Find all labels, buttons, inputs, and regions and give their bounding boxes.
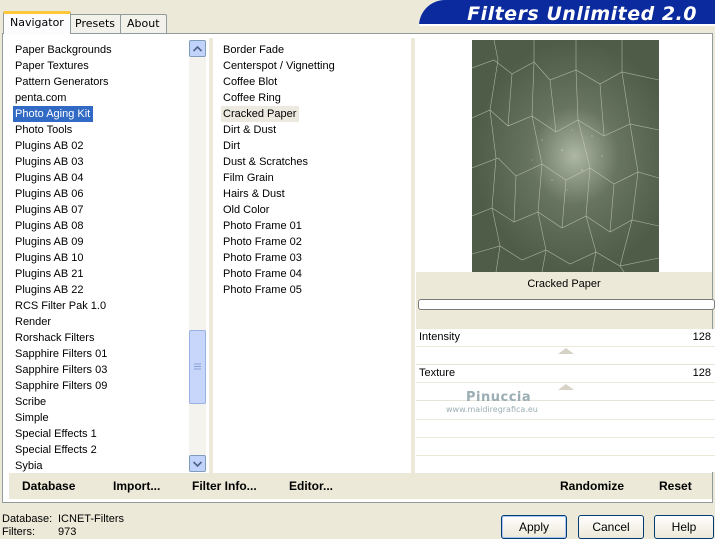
category-item[interactable]: Plugins AB 08 bbox=[13, 218, 191, 234]
intensity-slider[interactable] bbox=[416, 347, 715, 365]
navigator-panel: Paper Backgrounds Paper Textures Pattern G… bbox=[2, 33, 715, 503]
category-item[interactable]: Plugins AB 22 bbox=[13, 282, 191, 298]
tab-navigator[interactable]: Navigator bbox=[3, 11, 71, 34]
filter-item[interactable]: Dirt bbox=[221, 138, 338, 154]
watermark-url: www.maidiregrafica.eu bbox=[446, 405, 538, 414]
filter-item[interactable]: Dirt & Dust bbox=[221, 122, 338, 138]
randomize-button[interactable]: Randomize bbox=[560, 479, 624, 493]
category-item[interactable]: Sapphire Filters 01 bbox=[13, 346, 191, 362]
category-item[interactable]: Plugins AB 10 bbox=[13, 250, 191, 266]
tab-bar: Navigator Presets About bbox=[0, 0, 430, 34]
filter-item[interactable]: Photo Frame 04 bbox=[221, 266, 338, 282]
filter-item[interactable]: Film Grain bbox=[221, 170, 338, 186]
filter-info-button[interactable]: Filter Info... bbox=[192, 479, 257, 493]
database-label: Database: bbox=[2, 513, 53, 525]
category-item[interactable]: Plugins AB 04 bbox=[13, 170, 191, 186]
category-item[interactable]: Plugins AB 07 bbox=[13, 202, 191, 218]
filter-item[interactable]: Photo Frame 01 bbox=[221, 218, 338, 234]
tab-about[interactable]: About bbox=[120, 14, 167, 33]
category-scrollbar[interactable] bbox=[189, 40, 206, 472]
category-item[interactable]: Pattern Generators bbox=[13, 74, 191, 90]
category-item[interactable]: penta.com bbox=[13, 90, 191, 106]
pane-divider[interactable] bbox=[209, 38, 213, 474]
param-row-intensity: Intensity 128 bbox=[416, 329, 715, 347]
pane-divider[interactable] bbox=[411, 38, 415, 474]
category-item[interactable]: Plugins AB 03 bbox=[13, 154, 191, 170]
filter-item[interactable]: Coffee Blot bbox=[221, 74, 338, 90]
apply-button[interactable]: Apply bbox=[501, 515, 567, 539]
app-title: Filters Unlimited 2.0 bbox=[467, 3, 697, 25]
title-banner: Filters Unlimited 2.0 bbox=[419, 0, 715, 26]
param-divider bbox=[416, 419, 715, 420]
filter-item[interactable]: Hairs & Dust bbox=[221, 186, 338, 202]
filter-item[interactable]: Photo Frame 03 bbox=[221, 250, 338, 266]
category-item[interactable]: Special Effects 1 bbox=[13, 426, 191, 442]
editor-button[interactable]: Editor... bbox=[289, 479, 333, 493]
preview-caption: Cracked Paper bbox=[527, 278, 601, 290]
param-value: 128 bbox=[692, 331, 711, 343]
filter-item[interactable]: Dust & Scratches bbox=[221, 154, 338, 170]
category-item[interactable]: Scribe bbox=[13, 394, 191, 410]
arrow-up-icon[interactable] bbox=[189, 40, 206, 57]
database-button[interactable]: Database bbox=[22, 479, 75, 493]
category-item[interactable]: Rorshack Filters bbox=[13, 330, 191, 346]
filter-item[interactable]: Old Color bbox=[221, 202, 338, 218]
filter-item[interactable]: Centerspot / Vignetting bbox=[221, 58, 338, 74]
filters-count: 973 bbox=[58, 526, 77, 538]
filter-item[interactable]: Photo Frame 02 bbox=[221, 234, 338, 250]
category-item[interactable]: Photo Tools bbox=[13, 122, 191, 138]
scroll-thumb[interactable] bbox=[189, 330, 206, 404]
category-item[interactable]: RCS Filter Pak 1.0 bbox=[13, 298, 191, 314]
slider-thumb[interactable] bbox=[558, 348, 575, 354]
arrow-down-icon[interactable] bbox=[189, 455, 206, 472]
category-item[interactable]: Sapphire Filters 09 bbox=[13, 378, 191, 394]
tab-presets[interactable]: Presets bbox=[68, 14, 123, 33]
watermark-title: Pinuccia bbox=[466, 390, 532, 405]
filter-list[interactable]: Border Fade Centerspot / Vignetting Coffee… bbox=[215, 40, 411, 472]
param-divider bbox=[416, 437, 715, 438]
category-item[interactable]: Plugins AB 02 bbox=[13, 138, 191, 154]
status-info: Database: ICNET-Filters Filters: 973 bbox=[2, 513, 124, 539]
filters-label: Filters: bbox=[2, 526, 35, 538]
progress-bar bbox=[418, 299, 715, 310]
category-item[interactable]: Plugins AB 06 bbox=[13, 186, 191, 202]
preview-area bbox=[416, 40, 712, 272]
reset-button[interactable]: Reset bbox=[659, 479, 692, 493]
category-item[interactable]: Sybia bbox=[13, 458, 191, 472]
category-item[interactable]: Plugins AB 21 bbox=[13, 266, 191, 282]
filter-item[interactable]: Coffee Ring bbox=[221, 90, 338, 106]
filter-item[interactable]: Border Fade bbox=[221, 42, 338, 58]
category-item[interactable]: Render bbox=[13, 314, 191, 330]
param-label: Intensity bbox=[419, 331, 460, 343]
category-list[interactable]: Paper Backgrounds Paper Textures Pattern G… bbox=[9, 40, 209, 472]
preview-image[interactable] bbox=[472, 40, 659, 272]
param-divider bbox=[416, 455, 715, 456]
parameter-panel: Cracked Paper Intensity 128 Texture 128 … bbox=[416, 272, 715, 472]
category-item[interactable]: Photo Aging Kit bbox=[13, 106, 93, 122]
category-item[interactable]: Paper Textures bbox=[13, 58, 191, 74]
category-item[interactable]: Simple bbox=[13, 410, 191, 426]
filter-item[interactable]: Cracked Paper bbox=[221, 106, 300, 122]
category-item[interactable]: Paper Backgrounds bbox=[13, 42, 191, 58]
watermark: Pinuccia www.maidiregrafica.eu bbox=[446, 390, 538, 414]
crack-texture bbox=[472, 40, 659, 272]
category-item[interactable]: Sapphire Filters 03 bbox=[13, 362, 191, 378]
param-row-texture: Texture 128 bbox=[416, 365, 715, 383]
grip-icon bbox=[194, 363, 201, 372]
category-item[interactable]: Plugins AB 09 bbox=[13, 234, 191, 250]
slider-thumb[interactable] bbox=[558, 384, 575, 390]
import-button[interactable]: Import... bbox=[113, 479, 160, 493]
database-value: ICNET-Filters bbox=[58, 513, 124, 525]
help-button[interactable]: Help bbox=[654, 515, 714, 539]
param-label: Texture bbox=[419, 367, 456, 379]
action-toolbar: Database Import... Filter Info... Editor… bbox=[9, 473, 712, 499]
param-value: 128 bbox=[692, 367, 711, 379]
category-item[interactable]: Special Effects 2 bbox=[13, 442, 191, 458]
parameter-list: Intensity 128 Texture 128 Pinuccia www.m… bbox=[416, 329, 715, 472]
cancel-button[interactable]: Cancel bbox=[578, 515, 644, 539]
filter-item[interactable]: Photo Frame 05 bbox=[221, 282, 338, 298]
